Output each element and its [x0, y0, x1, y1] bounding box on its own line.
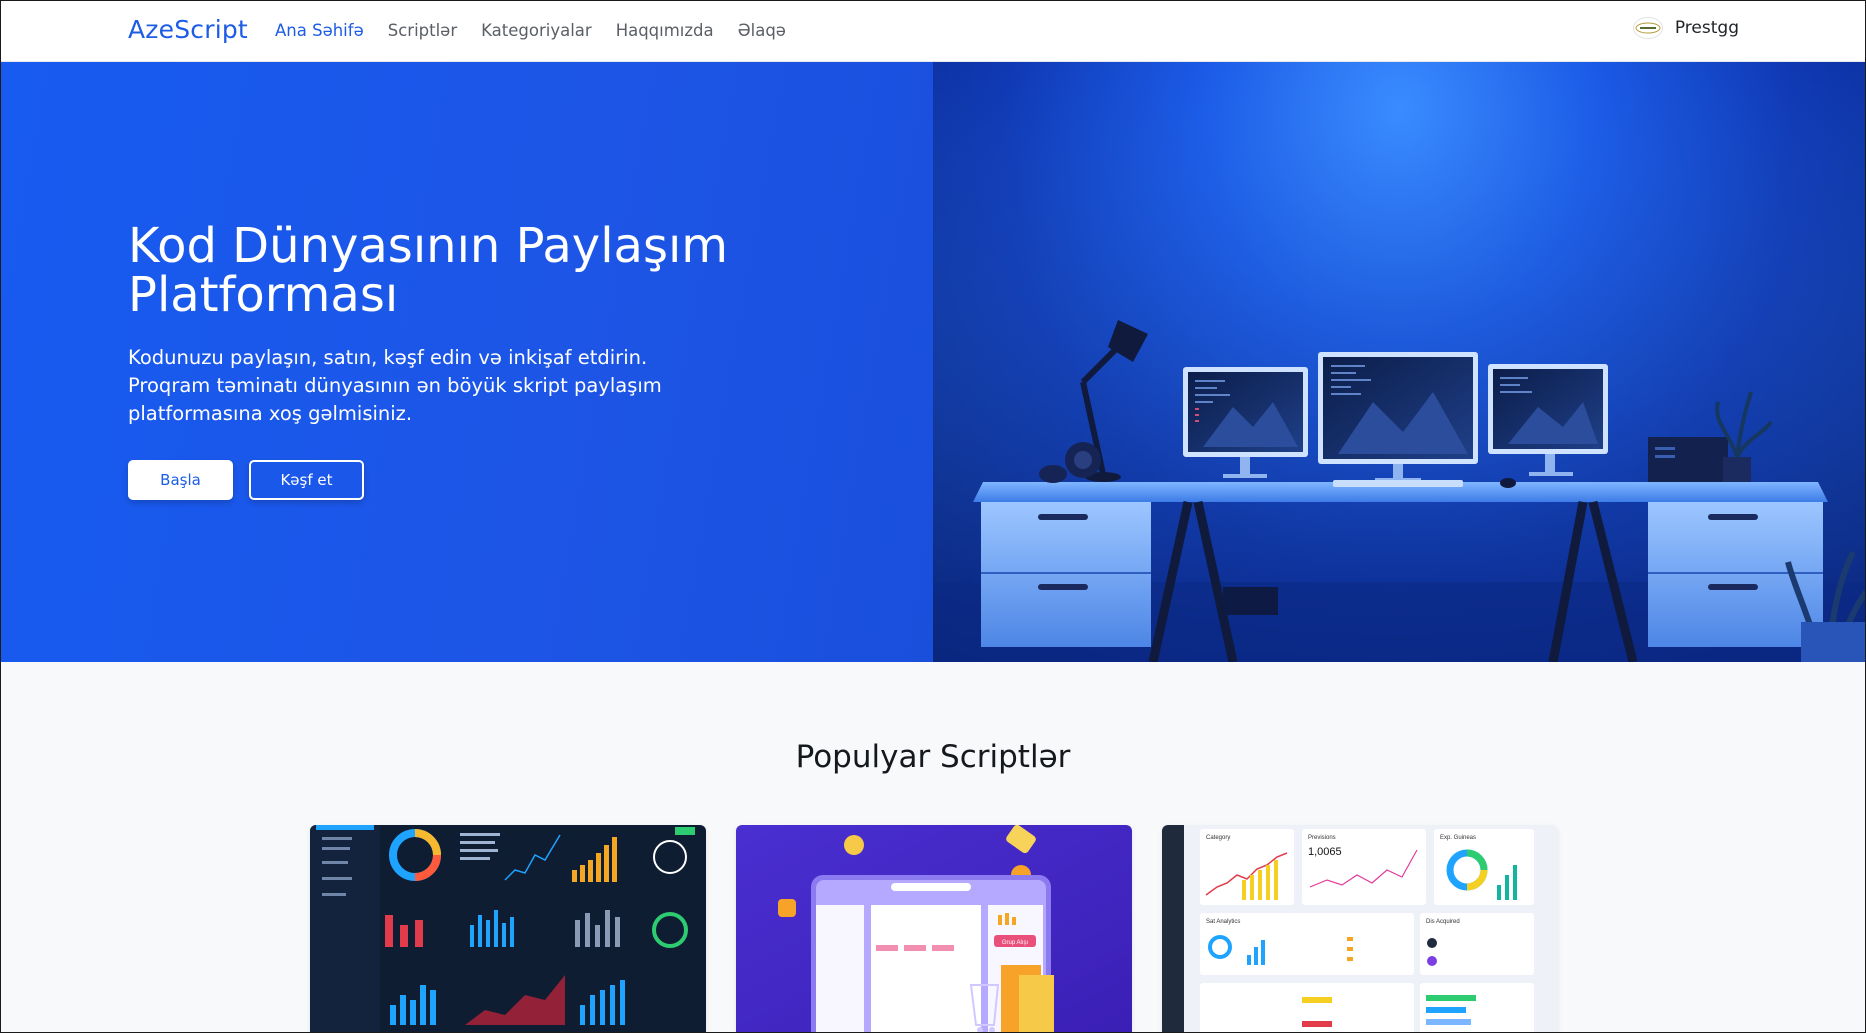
navbar: AzeScript Ana Səhifə Scriptlər Kategoriy…	[1, 1, 1865, 62]
script-card-analytics[interactable]: Category Previsions 1,0065 Exp. Guineas …	[1162, 825, 1558, 1032]
nav-link-scripts[interactable]: Scriptlər	[388, 21, 457, 40]
nav-link-about[interactable]: Haqqımızda	[616, 21, 714, 40]
nav-link-home[interactable]: Ana Səhifə	[275, 21, 364, 40]
script-card-dashboard[interactable]	[310, 825, 706, 1032]
start-button[interactable]: Başla	[128, 460, 233, 500]
explore-button[interactable]: Kəşf et	[249, 460, 364, 500]
card3-widget-previsions: Previsions	[1308, 835, 1336, 841]
nav-link-contact[interactable]: Əlaqə	[738, 21, 786, 40]
hero-section: Kod Dünyasının Paylaşım Platforması Kodu…	[1, 62, 1865, 662]
user-name: Prestgg	[1674, 18, 1739, 38]
popular-section-title: Populyar Scriptlər	[795, 739, 1071, 775]
card2-button-text: Grup Alışı	[1002, 940, 1029, 946]
card3-widget-guineas: Exp. Guineas	[1440, 835, 1476, 841]
card3-big-number: 1,0065	[1308, 846, 1342, 858]
hero-image	[933, 62, 1865, 662]
nav-links: Ana Səhifə Scriptlər Kategoriyalar Haqqı…	[275, 21, 786, 40]
user-menu[interactable]: Prestgg	[1632, 17, 1739, 39]
light-analytics-thumbnail: Category Previsions 1,0065 Exp. Guineas …	[1162, 825, 1558, 1032]
script-card-ecommerce[interactable]: Grup Alışı	[736, 825, 1132, 1032]
card3-widget-acquired: Dis Acquired	[1426, 919, 1460, 925]
page: AzeScript Ana Səhifə Scriptlər Kategoriy…	[0, 0, 1866, 1033]
brand-logo[interactable]: AzeScript	[128, 15, 248, 44]
dark-dashboard-thumbnail	[310, 825, 706, 1032]
card3-widget-category: Category	[1206, 835, 1230, 841]
user-avatar-icon	[1632, 17, 1663, 39]
desk-setup-illustration	[933, 62, 1865, 662]
hero-title: Kod Dünyasının Paylaşım Platforması	[128, 218, 729, 323]
hero-subtitle: Kodunuzu paylaşın, satın, kəşf edin və i…	[128, 346, 662, 425]
nav-link-categories[interactable]: Kategoriyalar	[481, 21, 592, 40]
ecommerce-purple-thumbnail: Grup Alışı	[736, 825, 1132, 1032]
card3-widget-sat: Sat Analytics	[1206, 919, 1240, 925]
hero-content: Kod Dünyasının Paylaşım Platforması Kodu…	[1, 62, 933, 662]
